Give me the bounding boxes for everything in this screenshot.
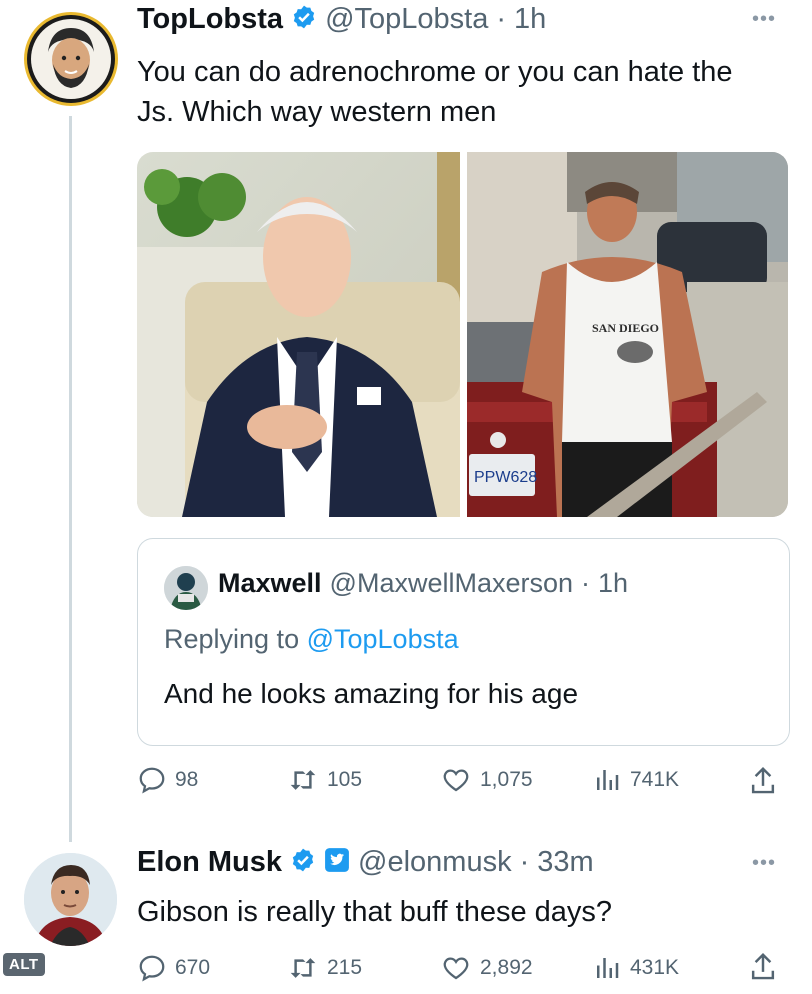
tweet2-like-button[interactable]: 2,892 bbox=[440, 953, 533, 983]
quoted-tweet-text: And he looks amazing for his age bbox=[164, 678, 579, 709]
quoted-separator: · bbox=[581, 568, 591, 598]
quoted-replying-line: Replying to @TopLobsta bbox=[164, 624, 459, 655]
heart-icon bbox=[443, 957, 469, 980]
views-icon bbox=[597, 958, 619, 978]
twitter-affiliate-icon bbox=[324, 847, 350, 878]
tweet2-text: Gibson is really that buff these days? bbox=[137, 896, 613, 928]
thread-connector-line bbox=[69, 116, 72, 842]
retweet-icon bbox=[290, 958, 316, 978]
tweet2-timestamp[interactable]: 33m bbox=[537, 846, 593, 879]
alt-text-badge[interactable]: ALT bbox=[3, 953, 45, 976]
maxwell-avatar[interactable] bbox=[164, 566, 208, 610]
tweet1-media-left[interactable] bbox=[137, 152, 460, 517]
license-plate-text: PPW628 bbox=[474, 469, 537, 486]
reply-icon bbox=[139, 767, 165, 794]
tweet1-more-icon[interactable]: ••• bbox=[752, 8, 776, 31]
share-icon bbox=[751, 766, 775, 794]
views-icon bbox=[597, 770, 619, 790]
tweet2-retweet-button[interactable]: 215 bbox=[287, 953, 362, 983]
tweet2-views-button[interactable]: 431K bbox=[592, 953, 679, 983]
quoted-tweet-header: Maxwell @MaxwellMaxerson · 1h bbox=[218, 568, 628, 599]
tweet1-separator: · bbox=[496, 3, 507, 35]
reply-icon bbox=[139, 955, 165, 982]
tweet2-reply-count: 670 bbox=[175, 956, 211, 979]
tweet2-handle[interactable]: @elonmusk bbox=[358, 846, 512, 879]
tweet1-like-button[interactable]: 1,075 bbox=[440, 765, 533, 795]
tweet1-reply-count: 98 bbox=[175, 768, 199, 791]
tweet1-retweet-button[interactable]: 105 bbox=[287, 765, 362, 795]
tweet2-like-count: 2,892 bbox=[480, 956, 533, 979]
tweet1-timestamp[interactable]: 1h bbox=[514, 3, 546, 36]
tweet2-header: Elon Musk @elonmusk · 33m bbox=[137, 846, 594, 879]
verified-badge-icon bbox=[290, 847, 316, 878]
tweet1-handle[interactable]: @TopLobsta bbox=[325, 3, 488, 36]
tweet2-reply-button[interactable]: 670 bbox=[137, 953, 210, 983]
tweet1-view-count: 741K bbox=[630, 768, 680, 791]
toplobsta-avatar[interactable] bbox=[24, 12, 118, 106]
tweet1-author-name[interactable]: TopLobsta bbox=[137, 3, 283, 36]
quoted-timestamp: 1h bbox=[598, 568, 629, 598]
tweet1-text: You can do adrenochrome or you can hate … bbox=[137, 56, 733, 128]
quoted-author-name[interactable]: Maxwell bbox=[218, 568, 322, 599]
verified-badge-icon bbox=[291, 4, 317, 35]
tweet2-retweet-count: 215 bbox=[327, 956, 363, 979]
shirt-print-text: SAN DIEGO bbox=[592, 321, 659, 335]
elon-musk-avatar[interactable] bbox=[24, 853, 117, 946]
tweet1-retweet-count: 105 bbox=[327, 768, 363, 791]
tweet1-header: TopLobsta @TopLobsta · 1h bbox=[137, 3, 546, 36]
tweet1-like-count: 1,075 bbox=[480, 768, 533, 791]
tweet2-separator: · bbox=[519, 846, 530, 878]
share-icon bbox=[751, 952, 775, 980]
tweet2-more-icon[interactable]: ••• bbox=[752, 852, 776, 875]
tweet1-media-right[interactable]: PPW628 SAN DIEGO bbox=[467, 152, 788, 517]
tweet2-view-count: 431K bbox=[630, 956, 680, 979]
quoted-handle[interactable]: @MaxwellMaxerson bbox=[330, 568, 573, 599]
tweet1-views-button[interactable]: 741K bbox=[592, 765, 679, 795]
retweet-icon bbox=[290, 770, 316, 790]
tweet1-reply-button[interactable]: 98 bbox=[137, 765, 198, 795]
heart-icon bbox=[443, 769, 469, 792]
tweet2-share-button[interactable] bbox=[748, 951, 778, 988]
replying-to-link[interactable]: @TopLobsta bbox=[307, 624, 459, 654]
tweet2-author-name[interactable]: Elon Musk bbox=[137, 846, 282, 879]
tweet1-share-button[interactable] bbox=[748, 765, 778, 802]
replying-to-label: Replying to bbox=[164, 624, 307, 654]
